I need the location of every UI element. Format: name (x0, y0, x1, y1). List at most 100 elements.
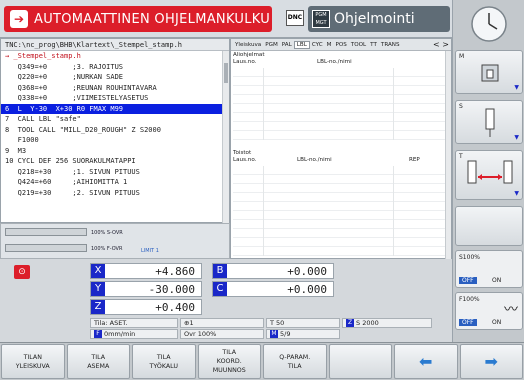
s-off-label: OFF (459, 277, 477, 284)
subprograms-section: Aliohjelmat Laus.no. LBL-no./nimi (233, 52, 451, 66)
softkey-4[interactable]: TILA KOORD. MUUNNOS (197, 344, 261, 379)
program-path: TNC:\nc_prog\BHB\Klartext\_Stempel_stamp… (1, 39, 229, 51)
sub-col-label: LBL-no./nimi (317, 59, 352, 65)
axis-c-label: C (213, 282, 227, 296)
softkey-6[interactable] (328, 344, 392, 379)
subprograms-scrollbar[interactable] (445, 51, 451, 149)
dnc-indicator: DNC (286, 10, 304, 26)
m-function: M 5/9 (266, 329, 340, 339)
program-line[interactable]: 7 CALL LBL "safe" (1, 114, 229, 125)
tab-pgm[interactable]: PGM (263, 42, 280, 48)
override-panel: 100% S-OVR 100% F-OVR LIMIT 1 (0, 223, 230, 259)
softkey-3[interactable]: TILA TYÖKALU (132, 344, 196, 379)
program-line[interactable]: Q368=+0 ;REUNAN ROUHINTAVARA (1, 83, 229, 94)
table-row (233, 122, 449, 131)
repeats-scrollbar[interactable] (445, 149, 451, 259)
subprograms-header: Laus.no. LBL-no./nimi (233, 59, 451, 66)
tab-m[interactable]: M (325, 42, 334, 48)
program-line[interactable]: Q424=+60 ;AIHIOMITTA 1 (1, 177, 229, 188)
tab-trans[interactable]: TRANS (379, 42, 402, 48)
tab-lbl[interactable]: LBL (293, 40, 310, 49)
subprograms-title: Aliohjelmat (233, 52, 265, 58)
axis-z-value: +0.400 (155, 301, 195, 314)
program-line[interactable]: Q338=+0 ;VIIMEISTELYASETUS (1, 93, 229, 104)
table-row (233, 193, 449, 202)
axis-x: X +4.860 (90, 263, 202, 279)
clock-icon (471, 6, 507, 42)
program-panel: TNC:\nc_prog\BHB\Klartext\_Stempel_stamp… (0, 38, 230, 223)
table-row (233, 220, 449, 229)
tab-pal[interactable]: PAL (280, 42, 294, 48)
program-line[interactable]: Q218=+30 ;1. SIVUN PITUUS (1, 167, 229, 178)
program-scrollbar[interactable] (222, 51, 229, 223)
spindle-icon (485, 108, 495, 137)
spindle-override-control[interactable]: S100% OFF ON (455, 250, 523, 288)
f-on-label: ON (492, 319, 502, 326)
machine-icon (481, 64, 499, 82)
operating-mode-programming[interactable]: PGM MGT Ohjelmointi (308, 6, 450, 32)
machine-status-icon: ⊙ (14, 265, 30, 279)
program-line[interactable]: 8 TOOL CALL "MILL_D20_ROUGH" Z S2000 (1, 125, 229, 136)
axis-z-label: Z (91, 300, 105, 314)
program-line[interactable]: 6 L Y-30 X+30 R0 FMAX M99 (1, 103, 229, 114)
program-line[interactable]: 10 CYCL DEF 256 SUORAKULMATAPPI (1, 156, 229, 167)
tab-pos[interactable]: POS (333, 42, 348, 48)
position-display: ⊙ X +4.860 B +0.000 Y -30.000 C +0.000 Z… (0, 259, 452, 342)
chevron-down-icon: ▼ (514, 134, 519, 141)
feed-override-control[interactable]: F100% 〰 OFF ON (455, 292, 523, 330)
program-line[interactable]: Q349=+0 ;3. RAJOITUS (1, 62, 229, 73)
scrollbar-thumb[interactable] (224, 63, 228, 83)
program-line[interactable]: F1000 (1, 135, 229, 146)
tool-change-icon (467, 160, 513, 184)
table-row (233, 131, 449, 140)
axis-y-label: Y (91, 282, 105, 296)
spindle-button[interactable]: S ▼ (455, 100, 523, 144)
tab-yleiskuva[interactable]: Yleiskuva (233, 42, 263, 48)
tab-tool[interactable]: TOOL (349, 42, 368, 48)
program-line[interactable]: Q220=+0 ;NURKAN SADE (1, 72, 229, 83)
top-bar: ➔ AUTOMAATTINEN OHJELMANKULKU DNC PGM MG… (0, 0, 452, 38)
s100-label: S100% (459, 254, 480, 261)
table-row (233, 184, 449, 193)
rep-col-label: LBL-no./nimi (297, 157, 332, 163)
softkey-back-icon[interactable]: ⬅ (394, 344, 458, 379)
softkey-forward-icon[interactable]: ➡ (459, 344, 523, 379)
tool-axis-icon: ⊕1 (180, 318, 264, 328)
softkey-2[interactable]: TILA ASEMA (66, 344, 130, 379)
program-line[interactable]: → _Stempel_stamp.h (1, 51, 229, 62)
table-row (233, 247, 449, 256)
m-label: M (459, 53, 465, 60)
subprograms-table (233, 68, 449, 140)
chevron-down-icon: ▼ (514, 190, 519, 197)
m-function-button[interactable]: M ▼ (455, 50, 523, 94)
program-line[interactable]: Q219=+30 ;2. SIVUN PITUUS (1, 188, 229, 199)
repeats-header: Laus.no. LBL-no./nimi REP (233, 157, 451, 164)
program-run-icon: ➔ (10, 10, 28, 28)
tab-cyc[interactable]: CYC (310, 42, 325, 48)
feed-override-bar (5, 244, 87, 252)
m-function-value: 5/9 (280, 330, 291, 338)
rep-col-rep: REP (409, 157, 420, 163)
tab-nav-arrows[interactable]: < > (433, 40, 451, 49)
m-box: M (270, 330, 278, 338)
tool-number: T 50 (266, 318, 340, 328)
spindle-speed-value: S 2000 (356, 319, 379, 327)
softkey-1[interactable]: TILAN YLEISKUVA (1, 344, 65, 379)
s-label: S (459, 103, 463, 110)
table-row (233, 68, 449, 77)
empty-side-button[interactable] (455, 206, 523, 246)
softkey-5[interactable]: Q-PARAM. TILA (263, 344, 327, 379)
f-ovr-label: 100% F-OVR (91, 246, 123, 252)
program-lines[interactable]: → _Stempel_stamp.h Q349=+0 ;3. RAJOITUS … (1, 51, 229, 198)
tab-tt[interactable]: TT (368, 42, 379, 48)
table-row (233, 113, 449, 122)
spindle-speed: ZS 2000 (342, 318, 432, 328)
spindle-override-bar (5, 228, 87, 236)
axis-b: B +0.000 (212, 263, 334, 279)
right-sidebar: M ▼ S ▼ T ▼ S100% OFF ON F100% 〰 OFF ON (452, 0, 524, 380)
axis-z: Z +0.400 (90, 299, 202, 315)
tool-button[interactable]: T ▼ (455, 150, 523, 200)
feed-box: F (94, 330, 102, 338)
operating-mode-program-run[interactable]: ➔ AUTOMAATTINEN OHJELMANKULKU (4, 6, 272, 32)
program-line[interactable]: 9 M3 (1, 146, 229, 157)
